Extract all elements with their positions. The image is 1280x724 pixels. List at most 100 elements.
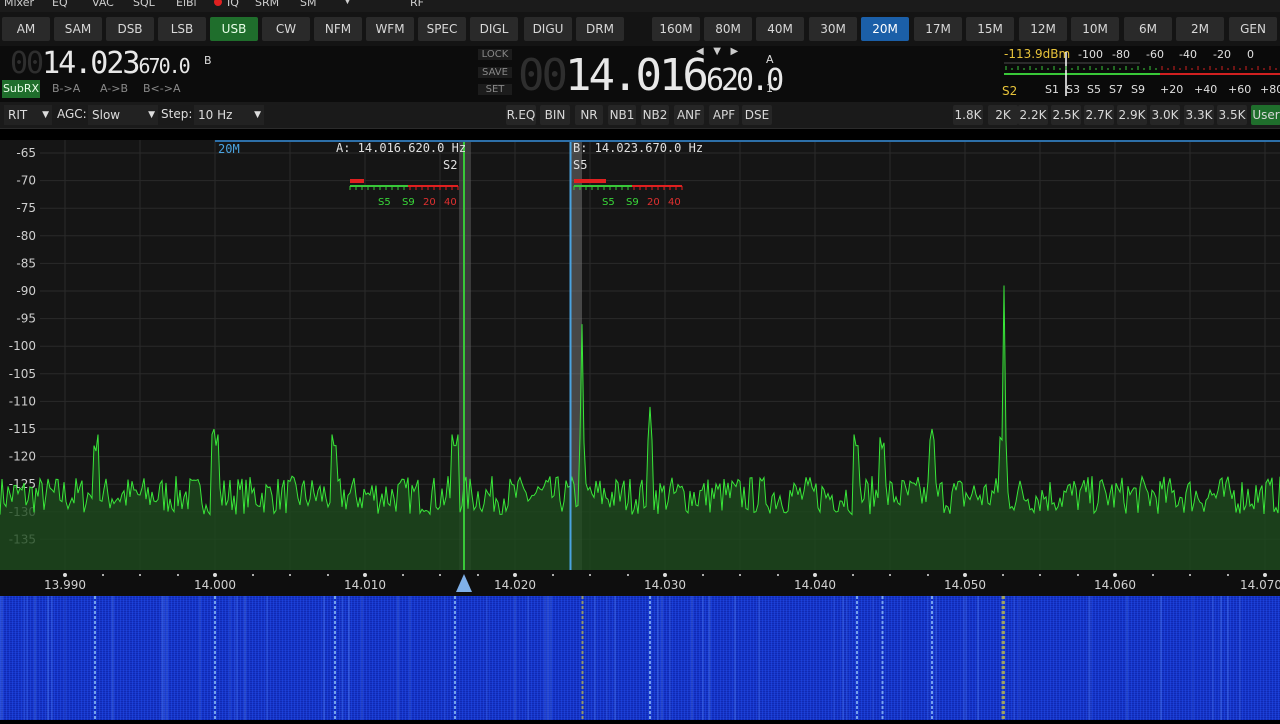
x-axis-minor-dot <box>176 574 179 576</box>
mode-button-sam[interactable]: SAM <box>54 17 102 41</box>
band-button-10m[interactable]: 10M <box>1071 17 1119 41</box>
rit-label: RIT <box>8 108 28 122</box>
dsp-button-dse[interactable]: DSE <box>742 105 772 125</box>
mode-button-lsb[interactable]: LSB <box>158 17 206 41</box>
mode-button-digu[interactable]: DIGU <box>524 17 572 41</box>
mode-button-dsb[interactable]: DSB <box>106 17 154 41</box>
step-select[interactable]: 10 Hz ▼ <box>194 105 264 125</box>
top-menu-mixer[interactable]: Mixer <box>4 0 34 9</box>
waterfall-traces <box>0 596 1241 720</box>
spectrum-display[interactable]: -65 -70 -75 -80 -85 -90 -95 -100 -105 -110 -115 -12… <box>0 140 1280 570</box>
filter-button-user[interactable]: User <box>1251 105 1280 125</box>
filter-button-22k[interactable]: 2.2K <box>1018 105 1048 125</box>
top-menu-rf[interactable]: RF <box>410 0 424 9</box>
vfo-a-display[interactable]: 0014.016620.0 <box>518 50 784 101</box>
band-button-40m[interactable]: 40M <box>756 17 804 41</box>
x-axis-minor-dot <box>889 574 891 576</box>
dsp-button-bin[interactable]: BIN <box>540 105 570 125</box>
rx-b-mini-meter-scale-label: 20 <box>647 197 660 208</box>
waterfall-display[interactable] <box>0 596 1280 720</box>
mode-button-wfm[interactable]: WFM <box>366 17 414 41</box>
save-button[interactable]: SAVE <box>478 67 512 78</box>
x-axis-minor-dot <box>851 574 854 576</box>
step-label: Step: <box>161 107 193 121</box>
b-to-a-button[interactable]: B->A <box>52 82 80 95</box>
filter-button-30k[interactable]: 3.0K <box>1150 105 1180 125</box>
y-axis-tick-label: -90 <box>16 284 36 298</box>
top-menu-sql[interactable]: SQL <box>133 0 155 9</box>
band-button-2m[interactable]: 2M <box>1176 17 1224 41</box>
filter-button-25k[interactable]: 2.5K <box>1051 105 1081 125</box>
x-axis-minor-dot <box>1189 574 1191 576</box>
top-menu-eibi[interactable]: EiBi <box>176 0 197 9</box>
top-menu-eq[interactable]: EQ <box>52 0 68 9</box>
band-button-6m[interactable]: 6M <box>1124 17 1172 41</box>
mode-button-nfm[interactable]: NFM <box>314 17 362 41</box>
s-meter: -113.9dBm -100 -80 -60 -40 -20 0 S2 S1 S3 S5 S7 S… <box>1000 46 1280 102</box>
band-button-15m[interactable]: 15M <box>966 17 1014 41</box>
subrx-button[interactable]: SubRX <box>2 80 40 98</box>
x-axis-tick-label: 14.030 <box>644 578 686 592</box>
band-label: 20M <box>218 142 240 156</box>
mode-button-usb[interactable]: USB <box>210 17 258 41</box>
filter-button-33k[interactable]: 3.3K <box>1184 105 1214 125</box>
mode-button-drm[interactable]: DRM <box>576 17 624 41</box>
meter-bottom-tick-label: +80 <box>1260 83 1280 96</box>
top-menu-sm[interactable]: SM <box>300 0 316 9</box>
y-axis-tick-label: -105 <box>9 367 36 381</box>
rit-select[interactable]: RIT ▼ <box>4 105 52 125</box>
x-axis-minor-dot <box>251 574 254 576</box>
spectrum-graph[interactable]: -65 -70 -75 -80 -85 -90 -95 -100 -105 -110 -115 -12… <box>0 140 1280 570</box>
x-axis-minor-dot <box>589 574 591 576</box>
vfo-a-label: A <box>766 53 774 66</box>
mode-button-am[interactable]: AM <box>2 17 50 41</box>
dsp-button-nr[interactable]: NR <box>575 105 603 125</box>
x-axis-minor-dot <box>1114 574 1116 576</box>
dsp-button-apf[interactable]: APF <box>709 105 739 125</box>
rx-a-mini-meter-scale-label: 20 <box>423 197 436 208</box>
filter-button-27k[interactable]: 2.7K <box>1084 105 1114 125</box>
x-axis-minor-dot <box>1264 574 1266 576</box>
mode-button-digl[interactable]: DIGL <box>470 17 518 41</box>
meter-bottom-tick-label: S1 <box>1045 83 1059 96</box>
meter-bottom-tick-label: S9 <box>1131 83 1145 96</box>
mode-button-cw[interactable]: CW <box>262 17 310 41</box>
filter-button-18k[interactable]: 1.8K <box>953 105 983 125</box>
rx-b-s-reading: S5 <box>573 158 587 172</box>
filter-button-35k[interactable]: 3.5K <box>1217 105 1247 125</box>
rx-b-frequency-label: B: 14.023.670.0 Hz <box>573 141 703 155</box>
lock-button[interactable]: LOCK <box>478 49 512 60</box>
band-button-12m[interactable]: 12M <box>1019 17 1067 41</box>
mode-button-spec[interactable]: SPEC <box>418 17 466 41</box>
top-menu-srm[interactable]: SRM <box>255 0 279 9</box>
vfo-b-display[interactable]: 0014.023670.0 <box>10 46 191 81</box>
rx-a-s-reading: S2 <box>443 158 457 172</box>
vfo-a-sub-label: 1 <box>766 82 773 95</box>
top-menu-vac[interactable]: VAC <box>92 0 114 9</box>
filter-button-2k[interactable]: 2K <box>988 105 1018 125</box>
x-axis-minor-dot <box>551 574 554 576</box>
rx-b-mini-meter-scale-label: S9 <box>626 197 639 208</box>
dsp-button-anf[interactable]: ANF <box>674 105 704 125</box>
band-button-80m[interactable]: 80M <box>704 17 752 41</box>
x-axis-minor-dot <box>1226 574 1229 576</box>
set-button[interactable]: SET <box>478 84 512 95</box>
band-button-160m[interactable]: 160M <box>652 17 700 41</box>
agc-select[interactable]: Slow ▼ <box>88 105 158 125</box>
filter-button-29k[interactable]: 2.9K <box>1117 105 1147 125</box>
band-button-gen[interactable]: GEN <box>1229 17 1277 41</box>
top-menu-iq[interactable]: IQ <box>227 0 239 9</box>
dsp-button-nb1[interactable]: NB1 <box>608 105 636 125</box>
step-value: 10 Hz <box>198 108 233 122</box>
band-button-17m[interactable]: 17M <box>914 17 962 41</box>
band-button-30m[interactable]: 30M <box>809 17 857 41</box>
meter-bottom-tick-label: S3 <box>1066 83 1080 96</box>
dsp-button-nb2[interactable]: NB2 <box>641 105 669 125</box>
dsp-button-req[interactable]: R.EQ <box>506 105 536 125</box>
tuning-marker-icon[interactable] <box>456 574 472 592</box>
band-button-20m[interactable]: 20M <box>861 17 909 41</box>
a-to-b-button[interactable]: A->B <box>100 82 128 95</box>
swap-vfo-button[interactable]: B<->A <box>143 82 180 95</box>
dropdown-icon[interactable]: ▼ <box>344 0 351 6</box>
x-axis-minor-dot <box>439 574 441 576</box>
